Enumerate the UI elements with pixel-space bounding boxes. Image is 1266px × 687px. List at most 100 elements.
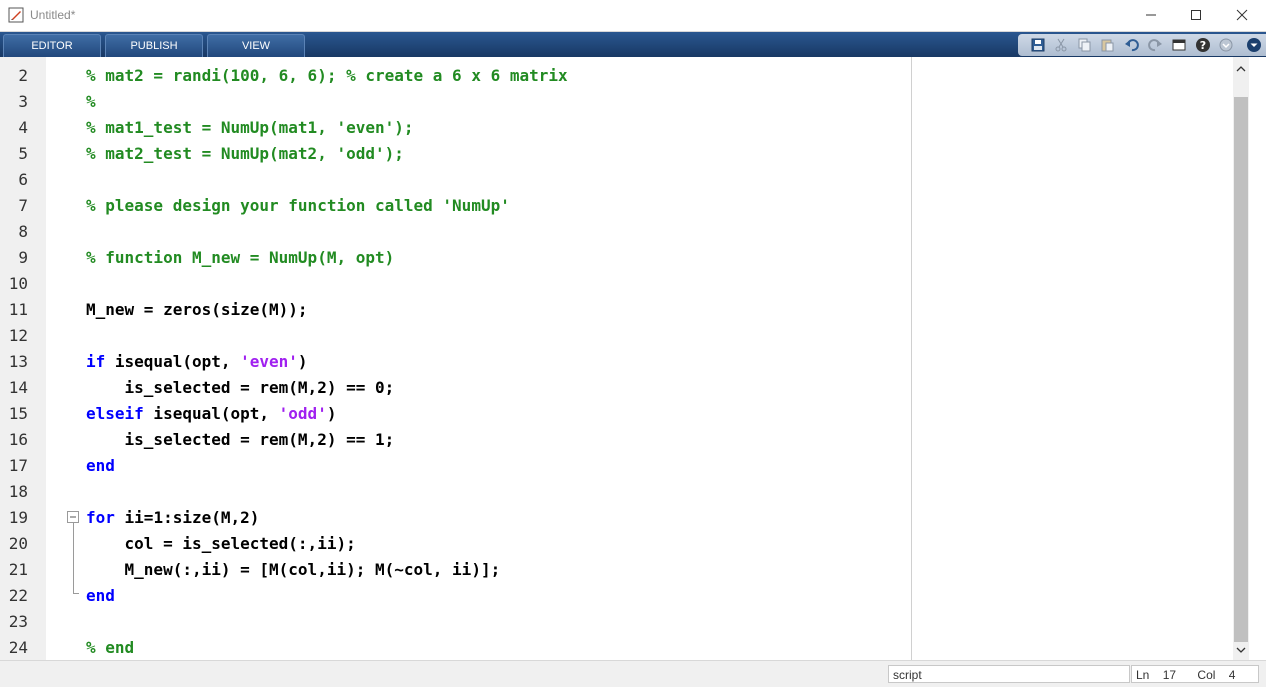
keyword-token: end <box>86 456 115 475</box>
scrollbar-thumb[interactable] <box>1234 97 1248 642</box>
scroll-down-arrow-icon[interactable] <box>1236 646 1246 654</box>
line-number: 7 <box>18 196 28 215</box>
code-text: col = is_selected(:,ii); <box>86 534 356 553</box>
comment-text: % please design your function called 'Nu… <box>86 196 510 215</box>
code-text: end <box>86 583 115 609</box>
comment-token: % end <box>86 638 135 657</box>
code-text: elseif isequal(opt, 'odd') <box>86 401 336 427</box>
help-icon[interactable]: ? <box>1195 37 1211 53</box>
line-number: 9 <box>18 248 28 267</box>
line-number: 3 <box>18 92 28 111</box>
keyword-token: elseif <box>86 404 144 423</box>
code-text: is_selected = rem(M,2) == 1; <box>86 430 395 449</box>
keyword-token: for <box>86 508 115 527</box>
code-text: if isequal(opt, 'even') <box>86 349 308 375</box>
column-label: Col <box>1197 668 1216 682</box>
keyword-token: end <box>86 586 115 605</box>
code-line: 22 end <box>0 583 1233 609</box>
code-token: ii=1:size(M,2) <box>114 508 260 527</box>
comment-text: % <box>86 92 96 111</box>
undo-icon[interactable] <box>1124 37 1140 53</box>
line-number: 19 <box>8 508 28 527</box>
line-number: 21 <box>8 560 28 579</box>
line-label: Ln <box>1136 668 1150 682</box>
code-line: 5 % mat2_test = NumUp(mat2, 'odd'); <box>0 141 1233 167</box>
search-docs-icon[interactable] <box>1218 37 1234 53</box>
code-line: 7 % please design your function called '… <box>0 193 1233 219</box>
code-line: 20 col = is_selected(:,ii); <box>0 531 1233 557</box>
line-number: 11 <box>8 300 28 319</box>
line-number: 5 <box>18 144 28 163</box>
line-number: 16 <box>8 430 28 449</box>
code-token: ) <box>297 352 308 371</box>
cut-icon[interactable] <box>1053 37 1069 53</box>
code-line: 15 elseif isequal(opt, 'odd') <box>0 401 1233 427</box>
code-line: 4 % mat1_test = NumUp(mat1, 'even'); <box>0 115 1233 141</box>
line-number: 13 <box>8 352 28 371</box>
code-editor[interactable]: 2 % mat2 = randi(100, 6, 6); % create a … <box>0 57 1233 660</box>
comment-text: % mat2_test = NumUp(mat2, 'odd'); <box>86 144 404 163</box>
line-number: 4 <box>18 118 28 137</box>
comment-text: % function M_new = NumUp(M, opt) <box>86 248 395 267</box>
code-line: 14 is_selected = rem(M,2) == 0; <box>0 375 1233 401</box>
copy-icon[interactable] <box>1076 37 1092 53</box>
close-button[interactable] <box>1227 4 1257 26</box>
code-line: 23 <box>0 609 1233 635</box>
vertical-scrollbar[interactable] <box>1233 57 1249 660</box>
tab-view[interactable]: VIEW <box>207 34 305 57</box>
code-line: 21 M_new(:,ii) = [M(col,ii); M(~col, ii)… <box>0 557 1233 583</box>
column-value: 4 <box>1228 668 1236 682</box>
line-number: 12 <box>8 326 28 345</box>
code-text: for ii=1:size(M,2) <box>86 505 259 531</box>
minimize-icon <box>1146 14 1156 16</box>
ribbon-collapse-icon[interactable] <box>1246 37 1262 53</box>
code-line: 24 % end <box>0 635 1233 660</box>
code-text: is_selected = rem(M,2) == 0; <box>86 378 395 397</box>
code-token: ) <box>326 404 337 423</box>
code-line: 16 is_selected = rem(M,2) == 1; <box>0 427 1233 453</box>
quick-access-toolbar: ? <box>1018 34 1266 56</box>
tab-editor[interactable]: EDITOR <box>3 34 101 57</box>
window-title: Untitled* <box>30 8 76 22</box>
window-layout-icon[interactable] <box>1171 37 1187 53</box>
file-type-indicator: script <box>888 665 1130 683</box>
code-line: 13 if isequal(opt, 'even') <box>0 349 1233 375</box>
code-line: 17 end <box>0 453 1233 479</box>
minimize-button[interactable] <box>1136 4 1166 26</box>
line-number: 24 <box>8 638 28 657</box>
line-number: 8 <box>18 222 28 241</box>
line-value: 17 <box>1162 668 1177 682</box>
code-text: M_new = zeros(size(M)); <box>86 300 308 319</box>
line-number: 23 <box>8 612 28 631</box>
code-line: 19 for ii=1:size(M,2) <box>0 505 1233 531</box>
title-bar: Untitled* <box>0 0 1266 32</box>
code-line: 18 <box>0 479 1233 505</box>
tab-publish[interactable]: PUBLISH <box>105 34 203 57</box>
status-bar: script Ln 17 Col 4 <box>0 660 1266 687</box>
paste-icon[interactable] <box>1099 37 1115 53</box>
line-number: 2 <box>18 66 28 85</box>
ribbon-bar: EDITOR PUBLISH VIEW ? <box>0 32 1266 57</box>
editor-pencil-icon <box>8 7 24 23</box>
cursor-position: Ln 17 Col 4 <box>1131 665 1259 683</box>
code-text: % end <box>86 635 134 660</box>
code-line: 3 % <box>0 89 1233 115</box>
save-icon[interactable] <box>1030 37 1046 53</box>
code-line: 9 % function M_new = NumUp(M, opt) <box>0 245 1233 271</box>
string-token: 'even' <box>240 352 298 371</box>
comment-text: % mat2 = randi(100, 6, 6); % create a 6 … <box>86 66 568 85</box>
code-line: 11 M_new = zeros(size(M)); <box>0 297 1233 323</box>
scroll-up-arrow-icon[interactable] <box>1236 65 1246 73</box>
line-number: 22 <box>8 586 28 605</box>
code-text: M_new(:,ii) = [M(col,ii); M(~col, ii)]; <box>86 560 501 579</box>
editor-right-edge <box>1249 57 1266 660</box>
code-token: isequal(opt, <box>105 352 241 371</box>
line-number: 15 <box>8 404 28 423</box>
redo-icon[interactable] <box>1147 37 1163 53</box>
svg-text:?: ? <box>1200 39 1206 52</box>
code-line: 8 <box>0 219 1233 245</box>
maximize-button[interactable] <box>1181 4 1211 26</box>
code-token: isequal(opt, <box>143 404 279 423</box>
code-line: 12 <box>0 323 1233 349</box>
string-token: 'odd' <box>278 404 327 423</box>
